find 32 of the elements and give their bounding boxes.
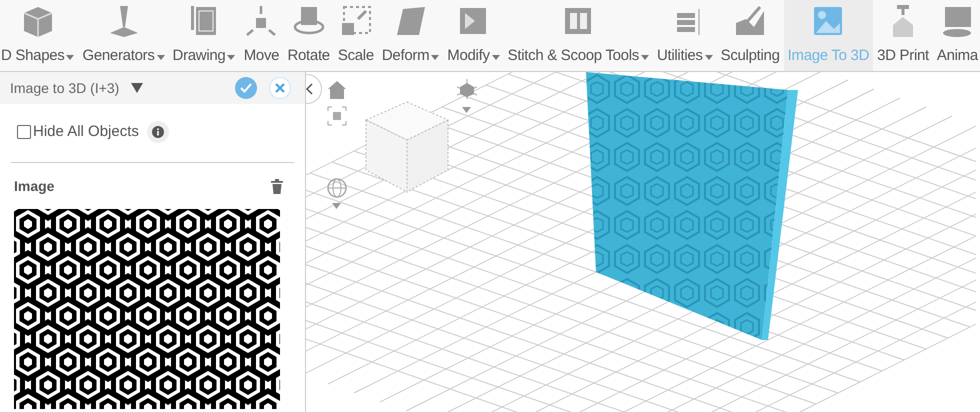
toolbar-item[interactable]: Stitch & Scoop Tools	[504, 0, 653, 71]
axes-icon[interactable]	[456, 78, 478, 100]
section-label: Image	[14, 176, 54, 196]
globe-icon[interactable]	[327, 178, 347, 198]
info-icon[interactable]	[146, 121, 169, 143]
toolbar-item[interactable]: 3D Print	[873, 0, 933, 71]
dropdown-triangle-icon[interactable]	[131, 83, 144, 93]
view-cube-drawing[interactable]	[364, 100, 450, 194]
toolbar-item[interactable]: Scale	[334, 0, 378, 71]
dropdown-caret-icon[interactable]	[462, 107, 471, 113]
chevron-left-icon	[306, 83, 313, 95]
confirm-button[interactable]	[235, 77, 257, 99]
dropdown-caret-icon[interactable]	[332, 203, 341, 209]
toolbar-item[interactable]: Anima	[932, 0, 980, 71]
home-icon[interactable]	[327, 80, 347, 100]
close-icon	[275, 83, 285, 93]
toolbar-item[interactable]: Drawing	[168, 0, 240, 71]
toolbar-item[interactable]: D Shapes	[0, 0, 78, 71]
toolbar-item[interactable]: Move	[239, 0, 284, 71]
checkbox[interactable]	[17, 125, 31, 139]
toolbar-item[interactable]: Utilities	[652, 0, 717, 71]
toolbar-item[interactable]: Generators	[78, 0, 169, 71]
toolbar-item[interactable]: Deform	[378, 0, 444, 71]
toolbar-item[interactable]: Sculpting	[716, 0, 784, 71]
checkbox-label[interactable]: Hide All Objects	[33, 120, 139, 144]
panel-title: Image to 3D (I+3)	[10, 78, 120, 98]
cancel-button[interactable]	[269, 77, 291, 99]
toolbar-item[interactable]: Modify	[443, 0, 504, 71]
fit-view-icon[interactable]	[327, 106, 347, 126]
toolbar-item[interactable]: Rotate	[283, 0, 334, 71]
trash-icon[interactable]	[271, 178, 283, 194]
check-icon	[240, 83, 252, 93]
